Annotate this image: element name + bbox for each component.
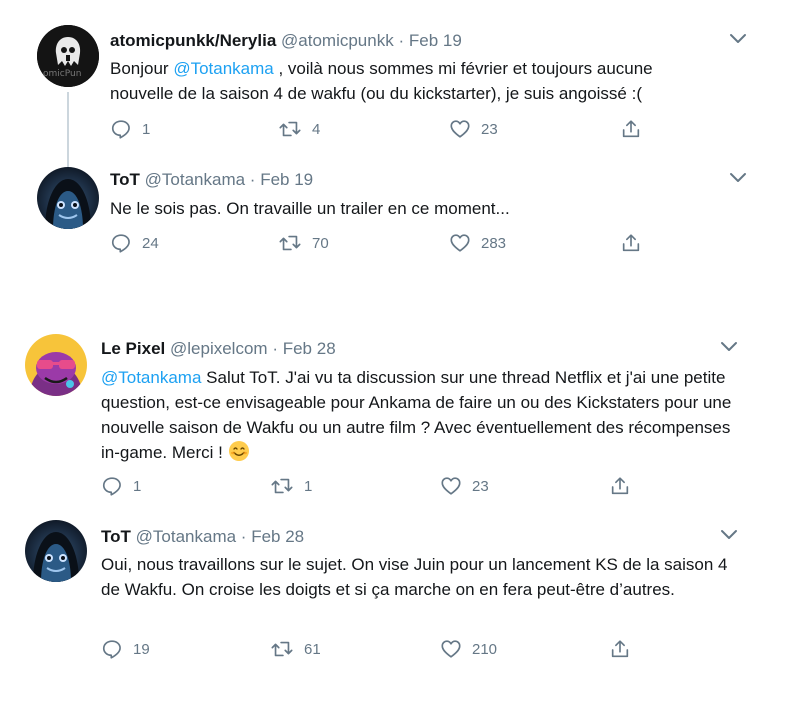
like-icon xyxy=(450,234,470,252)
retweet-button[interactable]: 1 xyxy=(270,475,312,497)
user-handle[interactable]: @Totankama xyxy=(136,527,236,546)
text-prefix: Bonjour xyxy=(110,59,174,78)
reply-button[interactable]: 1 xyxy=(110,118,150,140)
separator-dot: · xyxy=(272,339,278,358)
like-count: 23 xyxy=(472,477,489,495)
mention-link[interactable]: @Totankama xyxy=(101,368,201,387)
reply-icon xyxy=(102,640,121,659)
chevron-down-icon[interactable] xyxy=(727,27,749,49)
share-button[interactable] xyxy=(609,475,631,497)
tweet-text: Oui, nous travaillons sur le sujet. On v… xyxy=(101,552,741,602)
share-button[interactable] xyxy=(609,638,631,660)
reply-icon xyxy=(111,120,130,139)
reply-button[interactable]: 1 xyxy=(101,475,141,497)
retweet-icon xyxy=(271,478,293,494)
retweet-icon xyxy=(279,235,301,251)
user-handle[interactable]: @Totankama xyxy=(145,170,245,189)
tweet-date[interactable]: Feb 19 xyxy=(409,31,462,50)
retweet-count: 1 xyxy=(304,477,313,495)
retweet-button[interactable]: 70 xyxy=(278,232,329,254)
tweet-header: Le Pixel @lepixelcom · Feb 28 xyxy=(101,338,336,360)
avatar-text: omicPun xyxy=(43,69,82,79)
reply-button[interactable]: 24 xyxy=(110,232,159,254)
text-content: Ne le sois pas. On travaille un trailer … xyxy=(110,199,510,218)
like-button[interactable]: 23 xyxy=(449,118,498,140)
user-handle[interactable]: @atomicpunkk xyxy=(281,31,394,50)
retweet-icon xyxy=(279,121,301,137)
smiling-face-emoji xyxy=(228,441,249,461)
reply-icon xyxy=(102,477,121,496)
chevron-down-icon[interactable] xyxy=(718,523,740,545)
reply-icon xyxy=(111,234,130,253)
mention-link[interactable]: @Totankama xyxy=(173,59,273,78)
reply-count: 19 xyxy=(133,640,150,658)
tweet[interactable]: ToT @Totankama · Feb 28 Oui, nous travai… xyxy=(0,510,801,701)
like-icon xyxy=(441,477,461,495)
avatar-image xyxy=(25,520,87,582)
tweet[interactable]: Le Pixel @lepixelcom · Feb 28 @Totankama… xyxy=(0,320,801,510)
avatar[interactable] xyxy=(25,520,87,582)
user-handle[interactable]: @lepixelcom xyxy=(170,339,268,358)
tweet-header: ToT @Totankama · Feb 28 xyxy=(101,526,304,548)
share-button[interactable] xyxy=(620,118,642,140)
avatar[interactable] xyxy=(25,334,87,396)
share-icon xyxy=(622,234,640,252)
display-name[interactable]: Le Pixel xyxy=(101,339,165,358)
reply-count: 24 xyxy=(142,234,159,252)
display-name[interactable]: ToT xyxy=(101,527,131,546)
tweet-text: Ne le sois pas. On travaille un trailer … xyxy=(110,196,710,221)
like-button[interactable]: 23 xyxy=(440,475,489,497)
tweet-text: @Totankama Salut ToT. J'ai vu ta discuss… xyxy=(101,365,746,465)
like-count: 283 xyxy=(481,234,507,252)
avatar-image xyxy=(25,334,87,396)
display-name[interactable]: ToT xyxy=(110,170,140,189)
retweet-count: 70 xyxy=(312,234,329,252)
tweet-date[interactable]: Feb 28 xyxy=(283,339,336,358)
retweet-button[interactable]: 4 xyxy=(278,118,320,140)
tweet[interactable]: ToT @Totankama · Feb 19 Ne le sois pas. … xyxy=(0,160,801,280)
display-name[interactable]: atomicpunkk/Nerylia xyxy=(110,31,276,50)
share-icon xyxy=(611,640,629,658)
separator-dot: · xyxy=(240,527,247,546)
retweet-button[interactable]: 61 xyxy=(270,638,321,660)
share-icon xyxy=(611,477,629,495)
separator-dot: · xyxy=(249,170,256,189)
retweet-icon xyxy=(271,641,293,657)
tweet-text: Bonjour @Totankama , voilà nous sommes m… xyxy=(110,56,710,106)
reply-count: 1 xyxy=(142,120,151,138)
reply-button[interactable]: 19 xyxy=(101,638,150,660)
tweet[interactable]: omicPun atomicpunkk/Nerylia @atomicpunkk… xyxy=(0,0,801,168)
avatar[interactable] xyxy=(37,167,99,229)
tweet-header: atomicpunkk/Nerylia @atomicpunkk · Feb 1… xyxy=(110,30,462,52)
text-content: Oui, nous travaillons sur le sujet. On v… xyxy=(101,555,728,599)
thread-line xyxy=(67,92,69,168)
avatar-image xyxy=(37,167,99,229)
reply-count: 1 xyxy=(133,477,142,495)
like-count: 210 xyxy=(472,640,498,658)
tweet-date[interactable]: Feb 19 xyxy=(260,170,313,189)
chevron-down-icon[interactable] xyxy=(727,166,749,188)
separator-dot: · xyxy=(398,31,405,50)
share-button[interactable] xyxy=(620,232,642,254)
like-count: 23 xyxy=(481,120,498,138)
like-button[interactable]: 210 xyxy=(440,638,497,660)
retweet-count: 4 xyxy=(312,120,321,138)
tweet-date[interactable]: Feb 28 xyxy=(251,527,304,546)
avatar[interactable]: omicPun xyxy=(37,25,99,87)
tweet-header: ToT @Totankama · Feb 19 xyxy=(110,169,313,191)
like-icon xyxy=(450,120,470,138)
share-icon xyxy=(622,120,640,138)
like-button[interactable]: 283 xyxy=(449,232,506,254)
retweet-count: 61 xyxy=(304,640,321,658)
chevron-down-icon[interactable] xyxy=(718,335,740,357)
like-icon xyxy=(441,640,461,658)
